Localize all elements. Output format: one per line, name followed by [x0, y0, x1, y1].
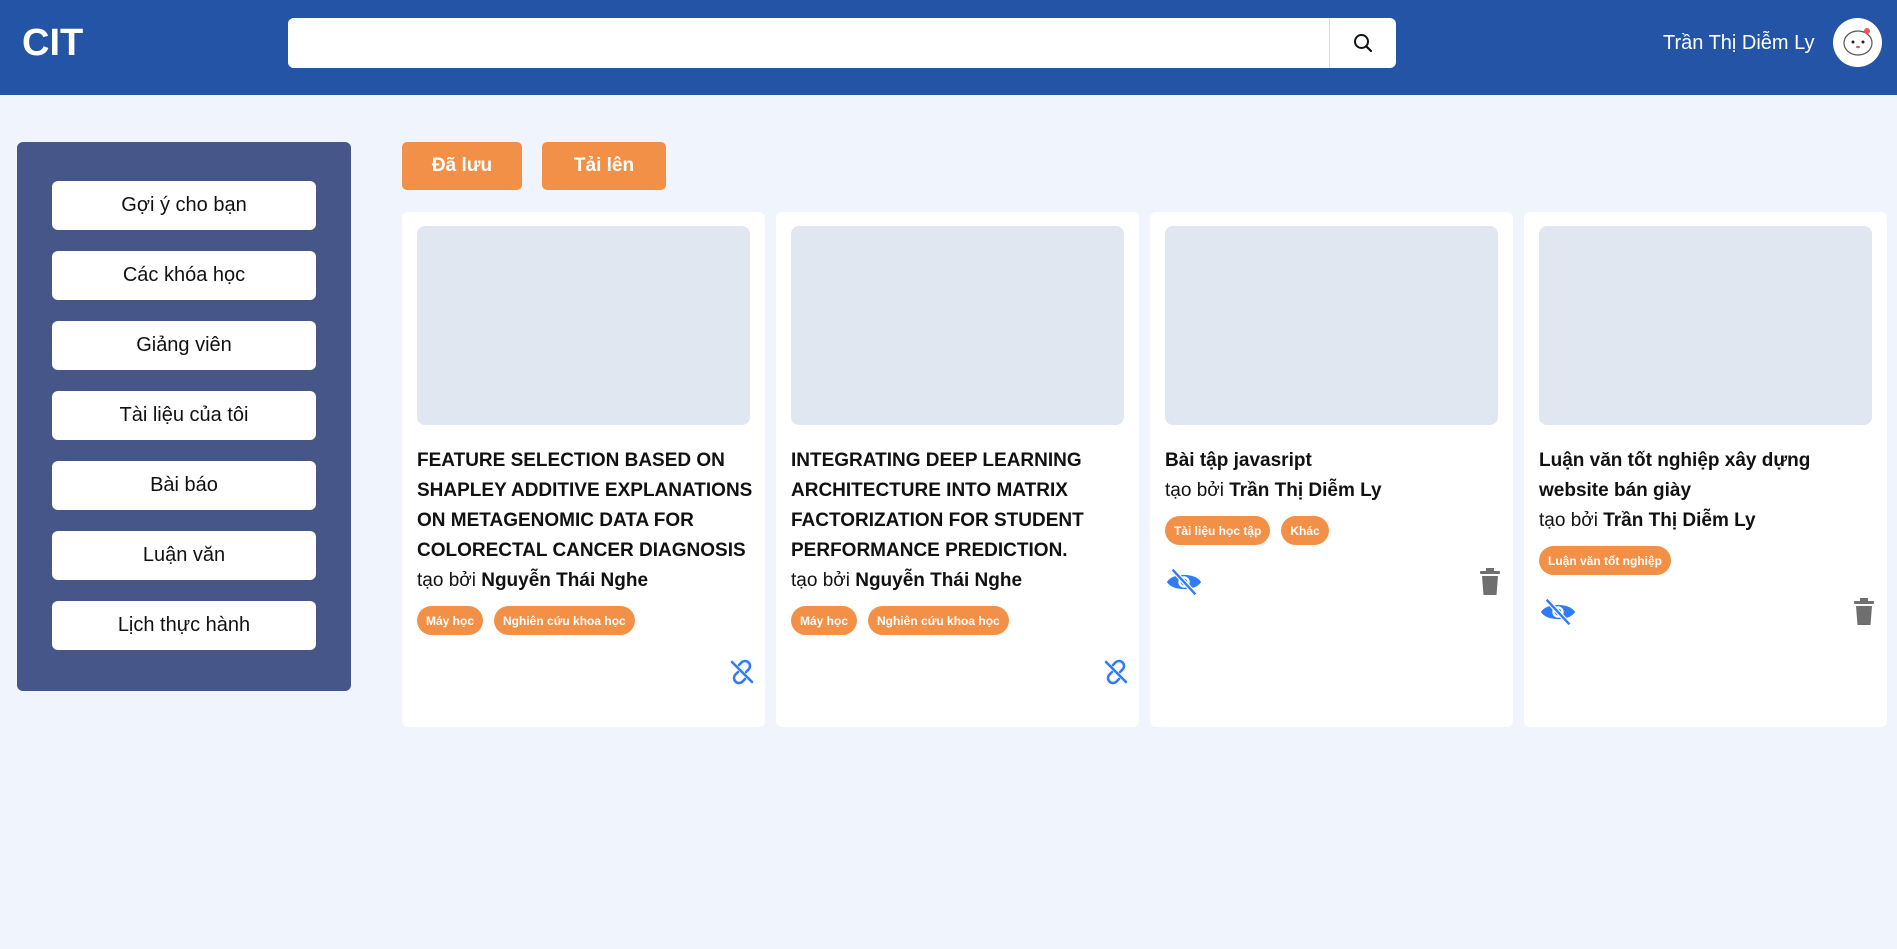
tag[interactable]: Nghiên cứu khoa học: [868, 606, 1009, 635]
user-name[interactable]: Trần Thị Diễm Ly: [1663, 32, 1815, 55]
sidebar-item-courses[interactable]: Các khóa học: [52, 251, 316, 300]
card-thumbnail: [1539, 226, 1872, 425]
card-thumbnail: [417, 226, 750, 425]
sidebar-item-lab-schedule[interactable]: Lịch thực hành: [52, 601, 316, 650]
trash-icon[interactable]: [1849, 597, 1879, 627]
card-title[interactable]: INTEGRATING DEEP LEARNING ARCHITECTURE I…: [791, 446, 1131, 566]
card-title[interactable]: Bài tập javasript: [1165, 446, 1505, 476]
card-thumbnail: [791, 226, 1124, 425]
tag[interactable]: Luận văn tốt nghiệp: [1539, 546, 1671, 575]
tag[interactable]: Tài liệu học tập: [1165, 516, 1271, 545]
tag-list: Tài liệu học tập Khác: [1165, 516, 1505, 545]
eye-slash-icon[interactable]: [1539, 597, 1576, 627]
sidebar-item-lecturers[interactable]: Giảng viên: [52, 321, 316, 370]
card-author: Trần Thị Diễm Ly: [1229, 480, 1382, 501]
document-card[interactable]: FEATURE SELECTION BASED ON SHAPLEY ADDIT…: [402, 212, 765, 727]
unlink-icon[interactable]: [727, 657, 757, 687]
by-prefix: tạo bởi: [1165, 480, 1224, 501]
tag[interactable]: Máy học: [791, 606, 858, 635]
search-button[interactable]: [1329, 18, 1396, 68]
card-thumbnail: [1165, 226, 1498, 425]
sidebar-item-suggestions[interactable]: Gợi ý cho bạn: [52, 181, 316, 230]
document-card[interactable]: Luận văn tốt nghiệp xây dựng website bán…: [1524, 212, 1887, 727]
search-icon: [1354, 34, 1373, 53]
upload-button[interactable]: Tải lên: [542, 142, 666, 190]
card-actions: [1539, 597, 1879, 627]
sidebar-item-my-documents[interactable]: Tài liệu của tôi: [52, 391, 316, 440]
avatar[interactable]: [1833, 18, 1882, 67]
tag-list: Luận văn tốt nghiệp: [1539, 546, 1879, 575]
card-author: Trần Thị Diễm Ly: [1603, 510, 1756, 531]
document-card[interactable]: INTEGRATING DEEP LEARNING ARCHITECTURE I…: [776, 212, 1139, 727]
search-bar: [288, 18, 1396, 68]
card-author-line: tạo bởi Nguyễn Thái Nghe: [417, 566, 757, 596]
top-header: CIT Trần Thị Diễm Ly: [0, 0, 1897, 95]
sidebar-item-theses[interactable]: Luận văn: [52, 531, 316, 580]
sidebar: Gợi ý cho bạn Các khóa học Giảng viên Tà…: [17, 142, 351, 691]
card-author: Nguyễn Thái Nghe: [855, 570, 1023, 591]
unlink-icon[interactable]: [1101, 657, 1131, 687]
tag[interactable]: Máy học: [417, 606, 484, 635]
card-title[interactable]: FEATURE SELECTION BASED ON SHAPLEY ADDIT…: [417, 446, 757, 566]
card-actions: [1165, 567, 1505, 597]
eye-slash-icon[interactable]: [1165, 567, 1202, 597]
card-author: Nguyễn Thái Nghe: [481, 570, 649, 591]
tag-list: Máy học Nghiên cứu khoa học: [417, 606, 757, 635]
by-prefix: tạo bởi: [417, 570, 476, 591]
document-card[interactable]: Bài tập javasript tạo bởi Trần Thị Diễm …: [1150, 212, 1513, 727]
sidebar-item-articles[interactable]: Bài báo: [52, 461, 316, 510]
tag[interactable]: Khác: [1281, 516, 1329, 545]
card-actions: [791, 657, 1131, 687]
search-input[interactable]: [288, 18, 1328, 68]
card-actions: [417, 657, 757, 687]
card-author-line: tạo bởi Trần Thị Diễm Ly: [1539, 506, 1879, 536]
card-author-line: tạo bởi Trần Thị Diễm Ly: [1165, 476, 1505, 506]
trash-icon[interactable]: [1475, 567, 1505, 597]
tag-list: Máy học Nghiên cứu khoa học: [791, 606, 1131, 635]
saved-button[interactable]: Đã lưu: [402, 142, 522, 190]
card-author-line: tạo bởi Nguyễn Thái Nghe: [791, 566, 1131, 596]
avatar-bear-icon: [1842, 27, 1873, 56]
by-prefix: tạo bởi: [1539, 510, 1598, 531]
card-title[interactable]: Luận văn tốt nghiệp xây dựng website bán…: [1539, 446, 1879, 506]
logo[interactable]: CIT: [22, 22, 83, 65]
tag[interactable]: Nghiên cứu khoa học: [494, 606, 635, 635]
by-prefix: tạo bởi: [791, 570, 850, 591]
